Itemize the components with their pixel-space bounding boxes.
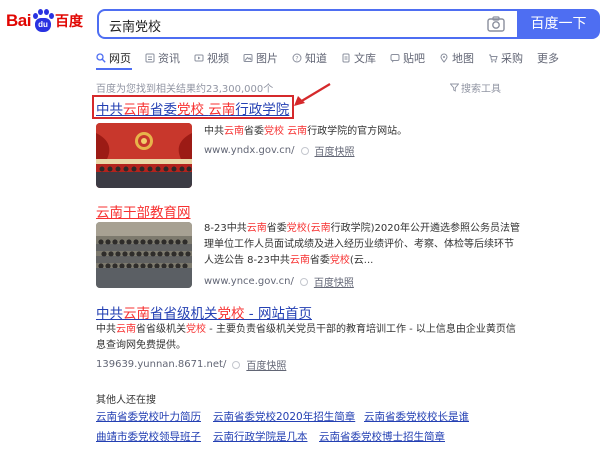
safety-icon <box>299 277 308 286</box>
tab-news[interactable]: 资讯 <box>145 48 180 68</box>
related-searches-title: 其他人还在搜 <box>96 395 156 406</box>
image-icon <box>243 54 253 62</box>
related-search-link[interactable]: 曲靖市委党校领导班子 <box>96 429 201 444</box>
result-title-3[interactable]: 中共云南省省级机关党校 - 网站首页 <box>96 302 312 322</box>
logo-du-text: 百度 <box>54 14 83 30</box>
annotation-arrow <box>294 83 331 106</box>
cache-link[interactable]: 百度快照 <box>315 143 355 158</box>
related-search-link[interactable]: 云南省委党校叶力简历 <box>96 409 201 424</box>
tieba-icon <box>390 54 400 63</box>
document-icon <box>342 53 350 63</box>
tab-tieba[interactable]: 贴吧 <box>390 48 425 68</box>
related-search-link[interactable]: 云南行政学院是几本 <box>213 429 308 444</box>
result-thumbnail-2[interactable] <box>96 222 192 288</box>
safety-icon <box>232 360 241 369</box>
result-snippet-2: 8-23中共云南省委党校(云南行政学院)2020年公开遴选参照公务员法管理单位工… <box>204 223 520 266</box>
search-tabs: 网页 资讯 视频 图片 ? 知道 文库 贴吧 地图 采购 更多 <box>96 48 573 68</box>
result-url-1[interactable]: www.yndx.gov.cn/ 百度快照 <box>204 143 355 158</box>
related-search-link[interactable]: 云南省委党校博士招生简章 <box>319 429 445 444</box>
related-search-link[interactable]: 云南省委党校校长是谁 <box>364 409 469 424</box>
result-snippet-3: 中共云南省省级机关党校 - 主要负责省级机关党员干部的教育培训工作 - 以上信息… <box>96 324 516 351</box>
search-icon <box>96 53 106 63</box>
result-url-2[interactable]: www.ynce.gov.cn/ 百度快照 <box>204 274 354 289</box>
map-icon <box>440 53 448 63</box>
result-title-2[interactable]: 云南干部教育网 <box>96 201 191 221</box>
safety-icon <box>300 146 309 155</box>
tab-purchase[interactable]: 采购 <box>488 48 523 68</box>
result-count: 百度为您找到相关结果约23,300,000个 <box>96 84 274 95</box>
cache-link[interactable]: 百度快照 <box>246 357 286 372</box>
baidu-logo[interactable]: Bai du 百度 <box>6 8 83 34</box>
tab-web[interactable]: 网页 <box>96 48 131 68</box>
related-search-link[interactable]: 云南省委党校2020年招生简章 <box>213 409 355 424</box>
tab-map[interactable]: 地图 <box>439 48 474 68</box>
tab-image[interactable]: 图片 <box>243 48 278 68</box>
annotation-highlight-box <box>92 95 294 119</box>
cache-link[interactable]: 百度快照 <box>314 274 354 289</box>
cart-icon <box>489 54 498 63</box>
camera-icon[interactable] <box>487 16 505 32</box>
header: Bai du 百度 云南党校 百度一下 <box>0 0 600 42</box>
search-input[interactable]: 云南党校 <box>97 9 517 39</box>
tab-wenku[interactable]: 文库 <box>341 48 376 68</box>
result-snippet-1: 中共云南省委党校 云南行政学院的官方网站。 <box>204 126 408 137</box>
news-icon <box>145 53 155 63</box>
filter-icon <box>450 83 459 92</box>
paw-icon: du <box>32 9 54 33</box>
video-icon <box>194 54 204 62</box>
result-thumbnail-1[interactable] <box>96 123 192 188</box>
logo-bai-text: Bai <box>6 11 31 30</box>
result-url-3[interactable]: 139639.yunnan.8671.net/ 百度快照 <box>96 357 286 372</box>
question-icon: ? <box>292 53 302 63</box>
search-query: 云南党校 <box>109 20 162 35</box>
svg-text:?: ? <box>295 55 298 62</box>
tab-zhidao[interactable]: ? 知道 <box>292 48 327 68</box>
tab-more[interactable]: 更多 <box>537 48 559 68</box>
active-tab-indicator <box>96 68 132 70</box>
tab-video[interactable]: 视频 <box>194 48 229 68</box>
search-tools-button[interactable]: 搜索工具 <box>450 80 501 95</box>
search-button[interactable]: 百度一下 <box>517 9 600 39</box>
